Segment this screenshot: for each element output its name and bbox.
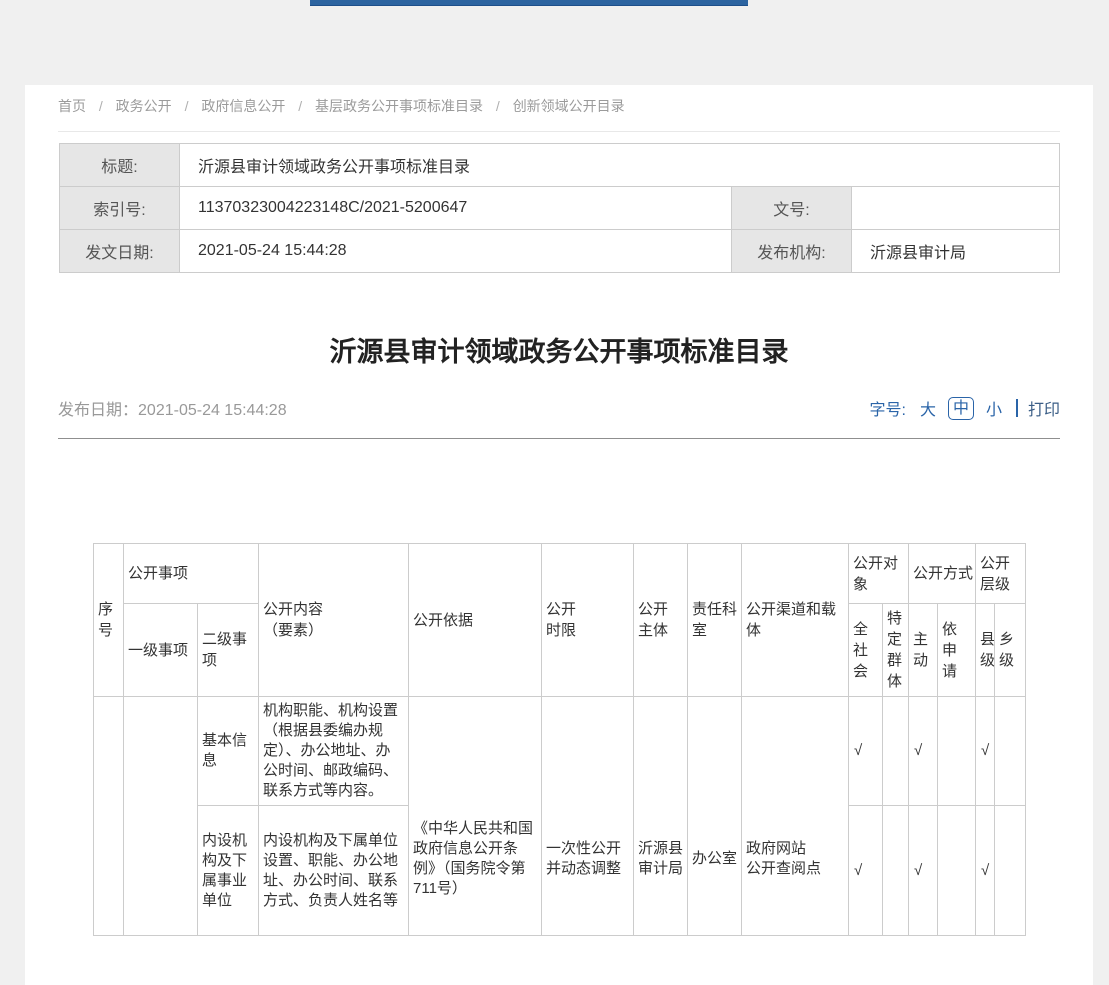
- meta-agency-value: 沂源县审计局: [852, 230, 1060, 273]
- catalog-header-basis: 公开依据: [409, 544, 542, 697]
- breadcrumb-separator: /: [496, 98, 500, 114]
- meta-date-label: 发文日期:: [60, 230, 180, 273]
- catalog-header-on-request: 依申 请: [938, 604, 976, 697]
- breadcrumb-item-jiceng[interactable]: 基层政务公开事项标准目录: [315, 98, 483, 114]
- meta-docnum-value: [852, 187, 1060, 230]
- catalog-header-content: 公开内容 （要素）: [259, 544, 409, 697]
- catalog-cell-basis: 《中华人民共和国 政府信息公开条 例》（国务院令第 711号）: [409, 697, 542, 936]
- catalog-cell-time-limit: 一次性公开 并动态调整: [542, 697, 634, 936]
- meta-row-title: 标题: 沂源县审计领域政务公开事项标准目录: [60, 144, 1060, 187]
- catalog-header-time-limit: 公开 时限: [542, 544, 634, 697]
- catalog-header-county-level: 县 级: [976, 604, 995, 697]
- meta-title-label: 标题:: [60, 144, 180, 187]
- catalog-data-row-1: 基本信 息 机构职能、机构设置 （根据县委编办规 定）、办公地址、办 公时间、邮…: [94, 697, 1026, 806]
- catalog-check-specific-group: [883, 806, 909, 936]
- catalog-check-township: [995, 806, 1026, 936]
- catalog-check-proactive: √: [909, 697, 938, 806]
- catalog-header-channel: 公开渠道和载 体: [742, 544, 849, 697]
- catalog-cell-channel: 政府网站 公开查阅点: [742, 697, 849, 936]
- breadcrumb-item-chuangxin[interactable]: 创新领域公开目录: [513, 98, 625, 114]
- breadcrumb-item-home[interactable]: 首页: [58, 98, 86, 114]
- catalog-check-proactive: √: [909, 806, 938, 936]
- catalog-check-on-request: [938, 806, 976, 936]
- publish-info-row: 发布日期：2021-05-24 15:44:28 字号: 大 中 小 打印: [58, 395, 1060, 421]
- catalog-cell-department: 办公室: [688, 697, 742, 936]
- catalog-header-method: 公开方式: [909, 544, 976, 604]
- breadcrumb-separator: /: [298, 98, 302, 114]
- catalog-header-level: 公开 层级: [976, 544, 1026, 604]
- meta-index-label: 索引号:: [60, 187, 180, 230]
- font-size-controls: 字号: 大 中 小 打印: [869, 396, 1060, 420]
- font-size-large-button[interactable]: 大: [920, 396, 936, 420]
- font-size-medium-button[interactable]: 中: [948, 397, 974, 420]
- catalog-header-township-level: 乡 级: [995, 604, 1026, 697]
- catalog-header-all-society: 全社 会: [849, 604, 883, 697]
- top-navbar-fragment: [310, 0, 748, 6]
- catalog-header-disclosure-items: 公开事项: [124, 544, 259, 604]
- catalog-check-on-request: [938, 697, 976, 806]
- catalog-table: 序 号 公开事项 公开内容 （要素） 公开依据 公开 时限 公开 主体 责任科 …: [93, 543, 1026, 936]
- breadcrumb-item-zhengwu[interactable]: 政务公开: [116, 98, 172, 114]
- catalog-cell-level2-item: 基本信 息: [198, 697, 259, 806]
- meta-docnum-label: 文号:: [732, 187, 852, 230]
- page-title: 沂源县审计领域政务公开事项标准目录: [25, 333, 1093, 371]
- meta-row-index: 索引号: 11370323004223148C/2021-5200647 文号:: [60, 187, 1060, 230]
- meta-title-value: 沂源县审计领域政务公开事项标准目录: [180, 144, 1060, 187]
- catalog-header-level2-item: 二级事 项: [198, 604, 259, 697]
- publish-date: 发布日期：2021-05-24 15:44:28: [58, 396, 287, 420]
- catalog-check-township: [995, 697, 1026, 806]
- catalog-header-level1-item: 一级事项: [124, 604, 198, 697]
- catalog-header-subject: 公开 主体: [634, 544, 688, 697]
- catalog-cell-content: 内设机构及下属单位 设置、职能、办公地 址、办公时间、联系 方式、负责人姓名等: [259, 806, 409, 936]
- breadcrumb-separator: /: [185, 98, 189, 114]
- catalog-header-serial: 序 号: [94, 544, 124, 697]
- catalog-check-county: √: [976, 697, 995, 806]
- publish-date-value: 2021-05-24 15:44:28: [138, 402, 287, 419]
- meta-date-value: 2021-05-24 15:44:28: [180, 230, 732, 273]
- catalog-check-specific-group: [883, 697, 909, 806]
- catalog-check-all-society: √: [849, 806, 883, 936]
- font-size-label: 字号:: [869, 396, 905, 420]
- breadcrumb-separator: /: [99, 98, 103, 114]
- document-meta-table: 标题: 沂源县审计领域政务公开事项标准目录 索引号: 1137032300422…: [59, 143, 1060, 273]
- catalog-header-specific-group: 特 定 群 体: [883, 604, 909, 697]
- publish-divider: [58, 438, 1060, 439]
- catalog-header-proactive: 主 动: [909, 604, 938, 697]
- catalog-cell-content: 机构职能、机构设置 （根据县委编办规 定）、办公地址、办 公时间、邮政编码、 联…: [259, 697, 409, 806]
- catalog-check-all-society: √: [849, 697, 883, 806]
- catalog-header-audience: 公开对 象: [849, 544, 909, 604]
- meta-index-value: 11370323004223148C/2021-5200647: [180, 187, 732, 230]
- breadcrumb: 首页 / 政务公开 / 政府信息公开 / 基层政务公开事项标准目录 / 创新领域…: [58, 96, 625, 116]
- print-button[interactable]: 打印: [1028, 396, 1060, 420]
- catalog-cell-level2-item: 内设机 构及下 属事业 单位: [198, 806, 259, 936]
- publish-date-label: 发布日期：: [58, 402, 138, 419]
- meta-agency-label: 发布机构:: [732, 230, 852, 273]
- catalog-cell-level1-item: [124, 697, 198, 936]
- catalog-check-county: √: [976, 806, 995, 936]
- content-panel: 首页 / 政务公开 / 政府信息公开 / 基层政务公开事项标准目录 / 创新领域…: [25, 85, 1093, 985]
- breadcrumb-divider: [58, 131, 1060, 132]
- catalog-header-row-1: 序 号 公开事项 公开内容 （要素） 公开依据 公开 时限 公开 主体 责任科 …: [94, 544, 1026, 604]
- catalog-cell-serial: [94, 697, 124, 936]
- catalog-header-department: 责任科 室: [688, 544, 742, 697]
- font-size-small-button[interactable]: 小: [986, 396, 1002, 420]
- breadcrumb-item-xinxi[interactable]: 政府信息公开: [201, 98, 285, 114]
- meta-row-date: 发文日期: 2021-05-24 15:44:28 发布机构: 沂源县审计局: [60, 230, 1060, 273]
- divider-bar-icon: [1016, 399, 1018, 417]
- catalog-cell-subject: 沂源县 审计局: [634, 697, 688, 936]
